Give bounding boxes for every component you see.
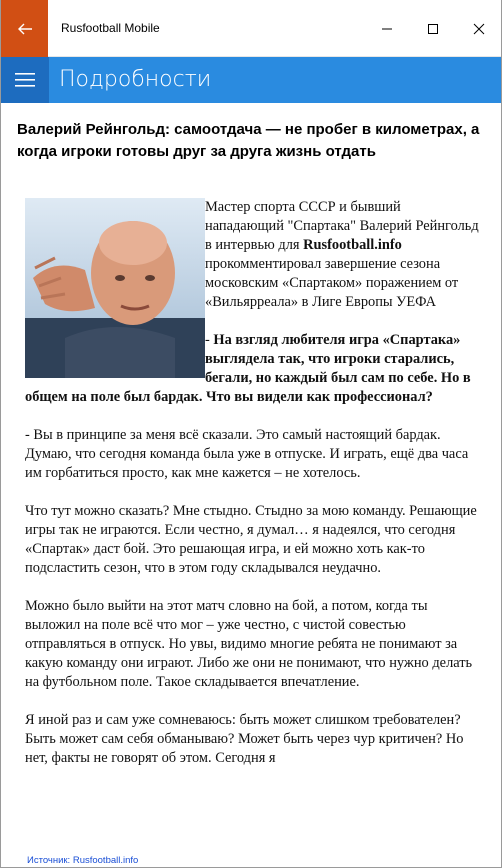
article-paragraph: - Вы в принципе за меня всё сказали. Это… xyxy=(25,427,469,481)
app-window: Rusfootball Mobile Подробности Валерий Р… xyxy=(0,0,502,868)
person-photo xyxy=(25,198,205,378)
back-arrow-icon xyxy=(17,23,32,34)
back-button[interactable] xyxy=(1,0,48,57)
app-bar: Подробности xyxy=(1,57,501,103)
hamburger-icon xyxy=(15,73,35,87)
article-paragraph: Я иной раз и сам уже сомневаюсь: быть мо… xyxy=(25,712,464,766)
article-body: Мастер спорта СССР и бывший нападающий "… xyxy=(25,198,483,787)
close-button[interactable] xyxy=(456,0,501,57)
menu-button[interactable] xyxy=(1,57,49,103)
close-icon xyxy=(473,23,485,34)
maximize-icon xyxy=(428,23,438,34)
article-paragraph: Можно было выйти на этот матч словно на … xyxy=(25,598,473,690)
article-title: Валерий Рейнгольд: самоотдача — не пробе… xyxy=(17,121,480,160)
article-view[interactable]: Валерий Рейнгольд: самоотдача — не пробе… xyxy=(1,103,501,855)
window-title: Rusfootball Mobile xyxy=(61,21,160,35)
maximize-button[interactable] xyxy=(410,0,456,57)
article-photo xyxy=(25,198,205,378)
page-title: Подробности xyxy=(59,67,212,92)
lead-text-2: прокомментировал завершение сезона моско… xyxy=(205,256,459,310)
minimize-button[interactable] xyxy=(364,0,410,57)
title-bar: Rusfootball Mobile xyxy=(1,0,501,57)
lead-source: Rusfootball.info xyxy=(303,237,402,253)
article-paragraph: Что тут можно сказать? Мне стыдно. Стыдн… xyxy=(25,503,477,576)
minimize-icon xyxy=(382,28,392,29)
source-link[interactable]: Источник: Rusfootball.info xyxy=(27,855,138,866)
